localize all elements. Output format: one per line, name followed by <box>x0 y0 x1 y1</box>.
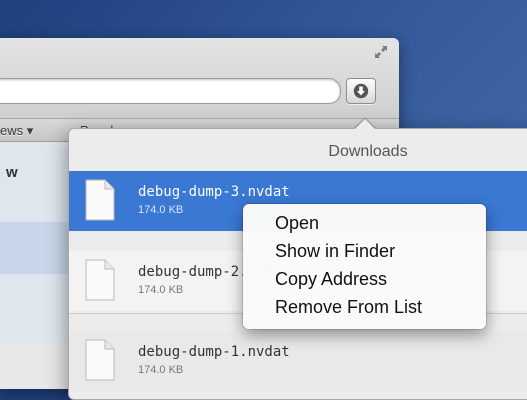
download-filename: debug-dump-3.nvdat <box>138 184 290 200</box>
download-size: 174.0 KB <box>138 284 184 296</box>
fullscreen-icon[interactable] <box>373 44 389 60</box>
menu-item-copy-address[interactable]: Copy Address <box>275 269 387 290</box>
sidebar-letter: w <box>6 164 18 181</box>
menu-item-open[interactable]: Open <box>275 213 319 234</box>
document-icon <box>85 339 115 381</box>
downloads-button[interactable] <box>346 78 376 104</box>
popover-arrow-fill <box>354 119 376 130</box>
download-filename: debug-dump-1.nvdat <box>138 344 290 360</box>
document-icon <box>85 259 115 301</box>
document-icon <box>85 179 115 221</box>
bookmark-news[interactable]: ews ▾ <box>0 123 33 139</box>
menu-item-show-in-finder[interactable]: Show in Finder <box>275 241 395 262</box>
address-bar[interactable] <box>0 78 341 104</box>
download-item[interactable]: debug-dump-1.nvdat 174.0 KB <box>69 331 527 391</box>
download-arrow-icon <box>353 83 369 99</box>
download-size: 174.0 KB <box>138 364 184 376</box>
download-size: 174.0 KB <box>138 204 184 216</box>
sidebar-row <box>0 342 70 389</box>
toolbar <box>0 38 399 119</box>
context-menu: Open Show in Finder Copy Address Remove … <box>243 204 486 329</box>
downloads-title: Downloads <box>328 143 408 160</box>
menu-item-remove-from-list[interactable]: Remove From List <box>275 297 422 318</box>
sidebar-highlight <box>0 222 70 274</box>
